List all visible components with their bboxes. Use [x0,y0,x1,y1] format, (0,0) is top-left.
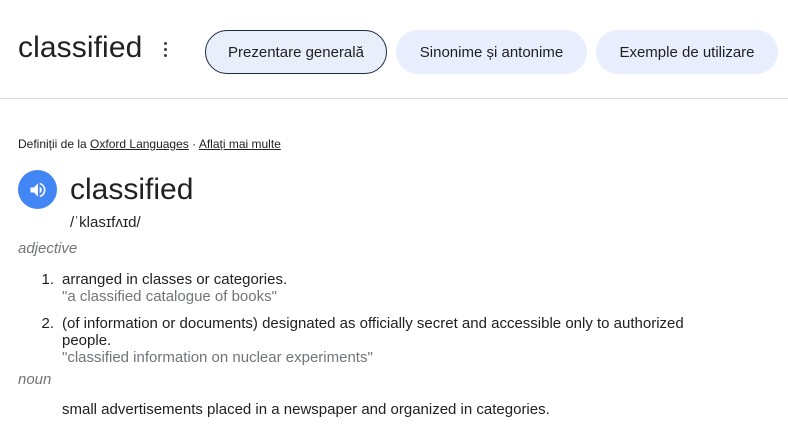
tab-overview[interactable]: Prezentare generală [205,30,387,74]
query-title: classified [18,31,143,64]
sense-definition: small advertisements placed in a newspap… [62,401,550,418]
sense-definition: (of information or documents) designated… [62,315,684,349]
source-prefix: Definiții de la [18,137,87,151]
learn-more-link[interactable]: Aflați mai multe [199,137,281,151]
part-of-speech-adjective: adjective [18,240,78,257]
part-of-speech-noun: noun [18,371,52,388]
sense-item: 1. arranged in classes or categories. "a… [38,271,728,305]
source-separator: · [192,137,197,151]
sense-example: "a classified catalogue of books" [62,288,277,305]
search-header: classified Prezentare generală Sinonime … [0,0,788,99]
volume-icon [30,182,45,197]
sense-example: "classified information on nuclear exper… [62,349,373,366]
headword: classified [70,173,194,206]
sense-item: small advertisements placed in a newspap… [38,401,728,418]
more-options-icon[interactable] [158,40,172,64]
phonetic-transcription: /ˈklasɪfʌɪd/ [70,214,141,231]
tab-synonyms[interactable]: Sinonime și antonime [396,30,587,74]
sense-definition: arranged in classes or categories. [62,271,288,288]
sense-item: 2. (of information or documents) designa… [38,315,728,366]
definition-source: Definiții de la Oxford Languages · Aflaț… [18,137,281,151]
pronunciation-button[interactable] [18,170,57,209]
oxford-languages-link[interactable]: Oxford Languages [90,137,189,151]
sense-number: 2. [41,315,54,332]
tab-usage-examples[interactable]: Exemple de utilizare [596,30,778,74]
sense-number: 1. [41,271,54,288]
